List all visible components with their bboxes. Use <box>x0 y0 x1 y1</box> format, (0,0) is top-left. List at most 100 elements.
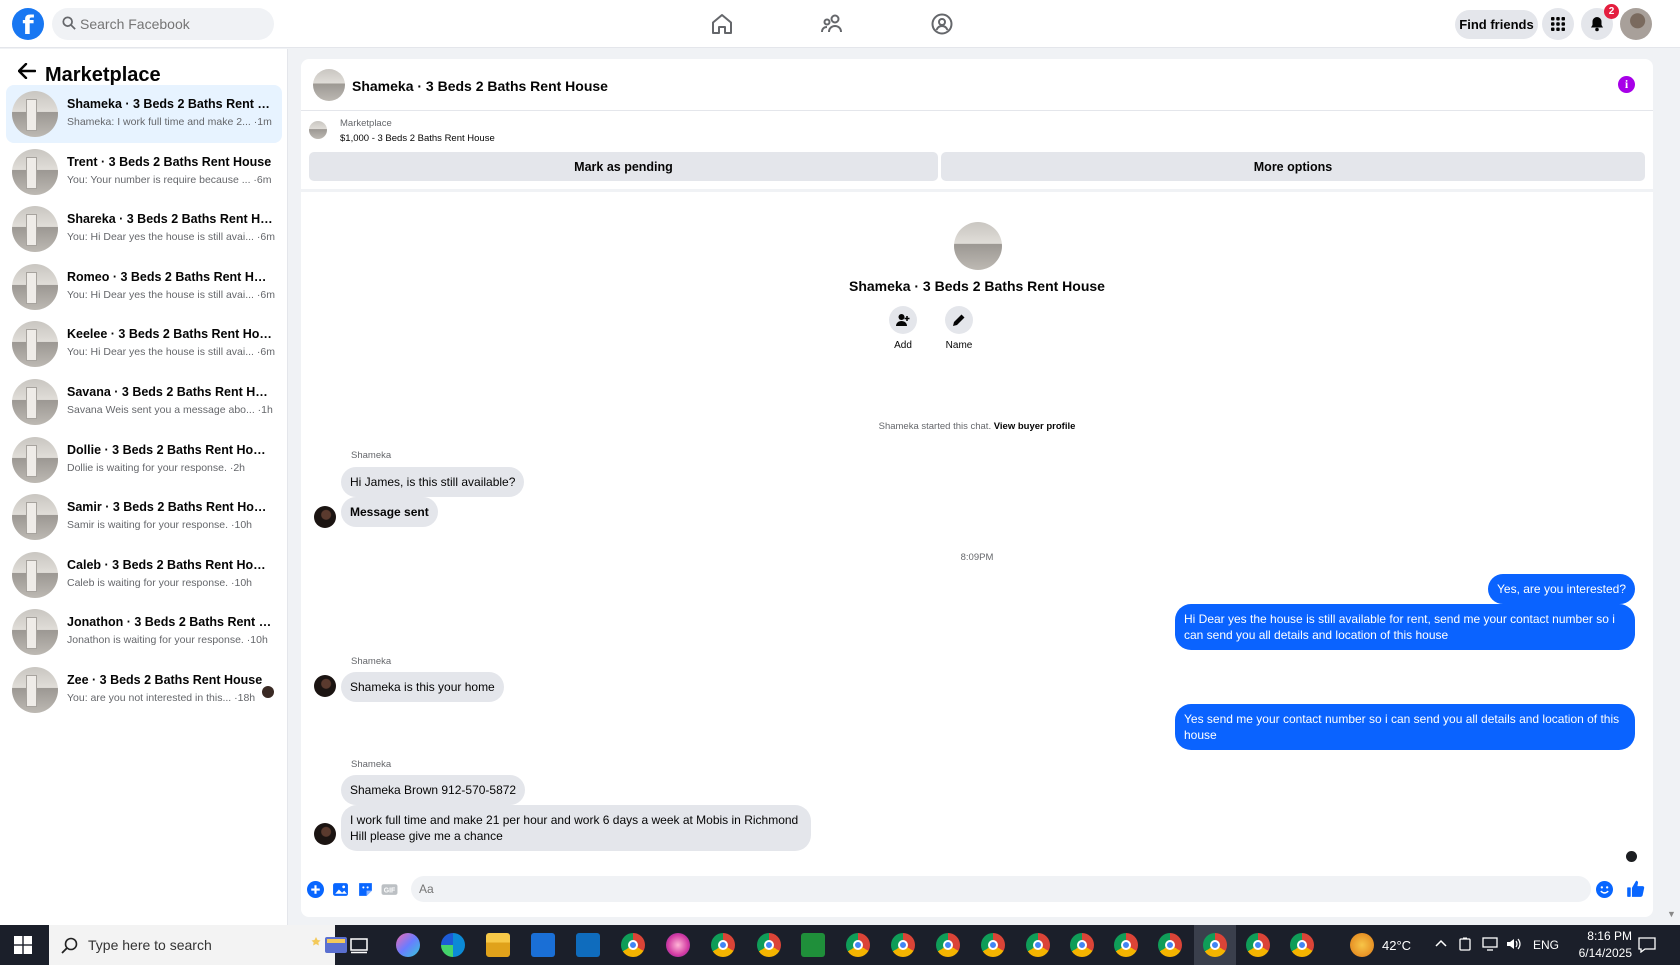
conversation-item[interactable]: Shameka · 3 Beds 2 Baths Rent Ho... Sham… <box>6 85 282 143</box>
emoji-icon[interactable] <box>1596 881 1613 898</box>
conversation-item[interactable]: Trent · 3 Beds 2 Baths Rent House You: Y… <box>6 143 282 201</box>
started-text: Shameka started this chat. <box>878 421 992 432</box>
sender-avatar[interactable] <box>314 506 336 528</box>
outgoing-message-bubble[interactable]: Yes, are you interested? <box>1488 574 1635 604</box>
seen-avatar <box>262 685 274 698</box>
conversation-item[interactable]: Samir · 3 Beds 2 Baths Rent House Samir … <box>6 488 282 546</box>
conversation-preview: You: Hi Dear yes the house is still avai… <box>67 231 275 244</box>
message-bubble[interactable]: Shameka is this your home <box>341 672 504 702</box>
chrome-icon[interactable] <box>1114 933 1138 957</box>
profile-avatar[interactable] <box>1620 8 1652 40</box>
message-bubble[interactable]: Shameka Brown 912-570-5872 <box>341 775 526 805</box>
info-icon[interactable]: i <box>1618 76 1635 93</box>
mark-as-pending-button[interactable]: Mark as pending <box>309 152 938 181</box>
spreadsheet-icon[interactable] <box>801 933 825 957</box>
copilot-icon[interactable] <box>396 933 420 957</box>
chrome-icon[interactable] <box>981 933 1005 957</box>
buyer-avatar[interactable] <box>954 222 1002 270</box>
conversation-item[interactable]: Dollie · 3 Beds 2 Baths Rent House Dolli… <box>6 431 282 489</box>
message-input[interactable] <box>419 876 1579 902</box>
photo-icon[interactable] <box>332 881 349 898</box>
listing-thumbnail <box>12 263 58 310</box>
edge-browser-icon[interactable] <box>441 933 465 957</box>
listing-thumbnail <box>12 436 58 483</box>
chat-title[interactable]: Shameka · 3 Beds 2 Baths Rent House <box>352 78 608 94</box>
chrome-icon[interactable] <box>1026 933 1050 957</box>
svg-text:GIF: GIF <box>384 888 395 895</box>
top-navigation-bar: f Find friends 2 <box>0 0 1680 48</box>
message-field[interactable] <box>411 876 1591 902</box>
listing-thumbnail <box>12 551 58 598</box>
sender-name: Shameka <box>351 759 392 770</box>
thumbs-up-icon[interactable] <box>1626 879 1645 898</box>
chrome-icon[interactable] <box>891 933 915 957</box>
scroll-down-arrow-icon[interactable]: ▼ <box>1667 909 1676 919</box>
chrome-icon[interactable] <box>1158 933 1182 957</box>
taskbar-search[interactable]: Type here to search <box>49 925 347 965</box>
outlook-icon[interactable] <box>576 933 600 957</box>
windows-start-icon[interactable] <box>14 936 32 954</box>
message-bubble[interactable]: Hi James, is this still available? <box>341 467 525 497</box>
microsoft-store-icon[interactable] <box>531 933 555 957</box>
gif-icon[interactable]: GIF <box>381 881 398 898</box>
chrome-icon[interactable] <box>757 933 781 957</box>
conversation-item[interactable]: Savana · 3 Beds 2 Baths Rent House Savan… <box>6 373 282 431</box>
add-contact-button[interactable]: Add <box>878 306 928 351</box>
conversation-item[interactable]: Zee · 3 Beds 2 Baths Rent House You: are… <box>6 661 282 719</box>
chrome-icon[interactable] <box>711 933 735 957</box>
groups-icon[interactable] <box>930 12 954 36</box>
menu-button[interactable] <box>1542 8 1574 40</box>
battery-icon[interactable] <box>1458 937 1472 951</box>
file-explorer-icon[interactable] <box>486 933 510 957</box>
conversation-item[interactable]: Romeo · 3 Beds 2 Baths Rent House You: H… <box>6 258 282 316</box>
message-bubble[interactable]: Message sent <box>341 497 438 527</box>
outgoing-message-bubble[interactable]: Yes send me your contact number so i can… <box>1175 704 1635 750</box>
chrome-icon[interactable] <box>936 933 960 957</box>
chrome-icon[interactable] <box>1203 933 1227 957</box>
edit-name-button[interactable]: Name <box>934 306 984 351</box>
add-person-icon <box>896 314 910 326</box>
clock-date[interactable]: 6/14/2025 <box>1568 946 1632 960</box>
sticker-icon[interactable] <box>357 881 374 898</box>
conversation-item[interactable]: Shareka · 3 Beds 2 Baths Rent House You:… <box>6 200 282 258</box>
home-icon[interactable] <box>710 12 734 36</box>
sender-avatar[interactable] <box>314 823 336 845</box>
chevron-up-icon[interactable] <box>1434 937 1448 951</box>
chrome-icon[interactable] <box>1246 933 1270 957</box>
facebook-logo-icon[interactable]: f <box>12 8 44 41</box>
conversation-list: Shameka · 3 Beds 2 Baths Rent Ho... Sham… <box>6 85 282 719</box>
view-buyer-profile-link[interactable]: View buyer profile <box>994 421 1076 432</box>
conversation-item[interactable]: Keelee · 3 Beds 2 Baths Rent House You: … <box>6 315 282 373</box>
outgoing-message-bubble[interactable]: Hi Dear yes the house is still available… <box>1175 604 1635 650</box>
search-icon <box>62 16 76 30</box>
back-arrow-icon[interactable] <box>18 63 36 79</box>
input-language[interactable]: ENG <box>1533 938 1559 952</box>
notification-center-icon[interactable] <box>1638 937 1656 953</box>
friends-icon[interactable] <box>820 12 844 36</box>
sender-avatar[interactable] <box>314 675 336 697</box>
chrome-icon[interactable] <box>1290 933 1314 957</box>
pencil-icon <box>953 314 965 326</box>
conversation-item[interactable]: Caleb · 3 Beds 2 Baths Rent House Caleb … <box>6 546 282 604</box>
app-icon[interactable] <box>666 933 690 957</box>
weather-icon[interactable] <box>1350 933 1374 957</box>
volume-icon[interactable] <box>1506 937 1522 951</box>
task-view-icon[interactable] <box>350 936 368 954</box>
listing-thumbnail <box>12 321 58 368</box>
conversation-item[interactable]: Jonathon · 3 Beds 2 Baths Rent Ho... Jon… <box>6 603 282 661</box>
plus-circle-icon[interactable] <box>307 881 324 898</box>
more-options-button[interactable]: More options <box>941 152 1645 181</box>
search-box[interactable] <box>52 8 274 40</box>
message-bubble[interactable]: I work full time and make 21 per hour an… <box>341 805 811 851</box>
add-label: Add <box>894 340 912 351</box>
chrome-icon[interactable] <box>621 933 645 957</box>
listing-thumbnail[interactable] <box>313 69 345 101</box>
chrome-icon[interactable] <box>1070 933 1094 957</box>
read-receipt-avatar <box>1626 851 1637 862</box>
clock-time[interactable]: 8:16 PM <box>1572 929 1632 943</box>
temperature[interactable]: 42°C <box>1382 938 1411 953</box>
chrome-icon[interactable] <box>846 933 870 957</box>
network-icon[interactable] <box>1482 937 1498 951</box>
find-friends-button[interactable]: Find friends <box>1455 10 1538 39</box>
search-input[interactable] <box>80 8 266 40</box>
